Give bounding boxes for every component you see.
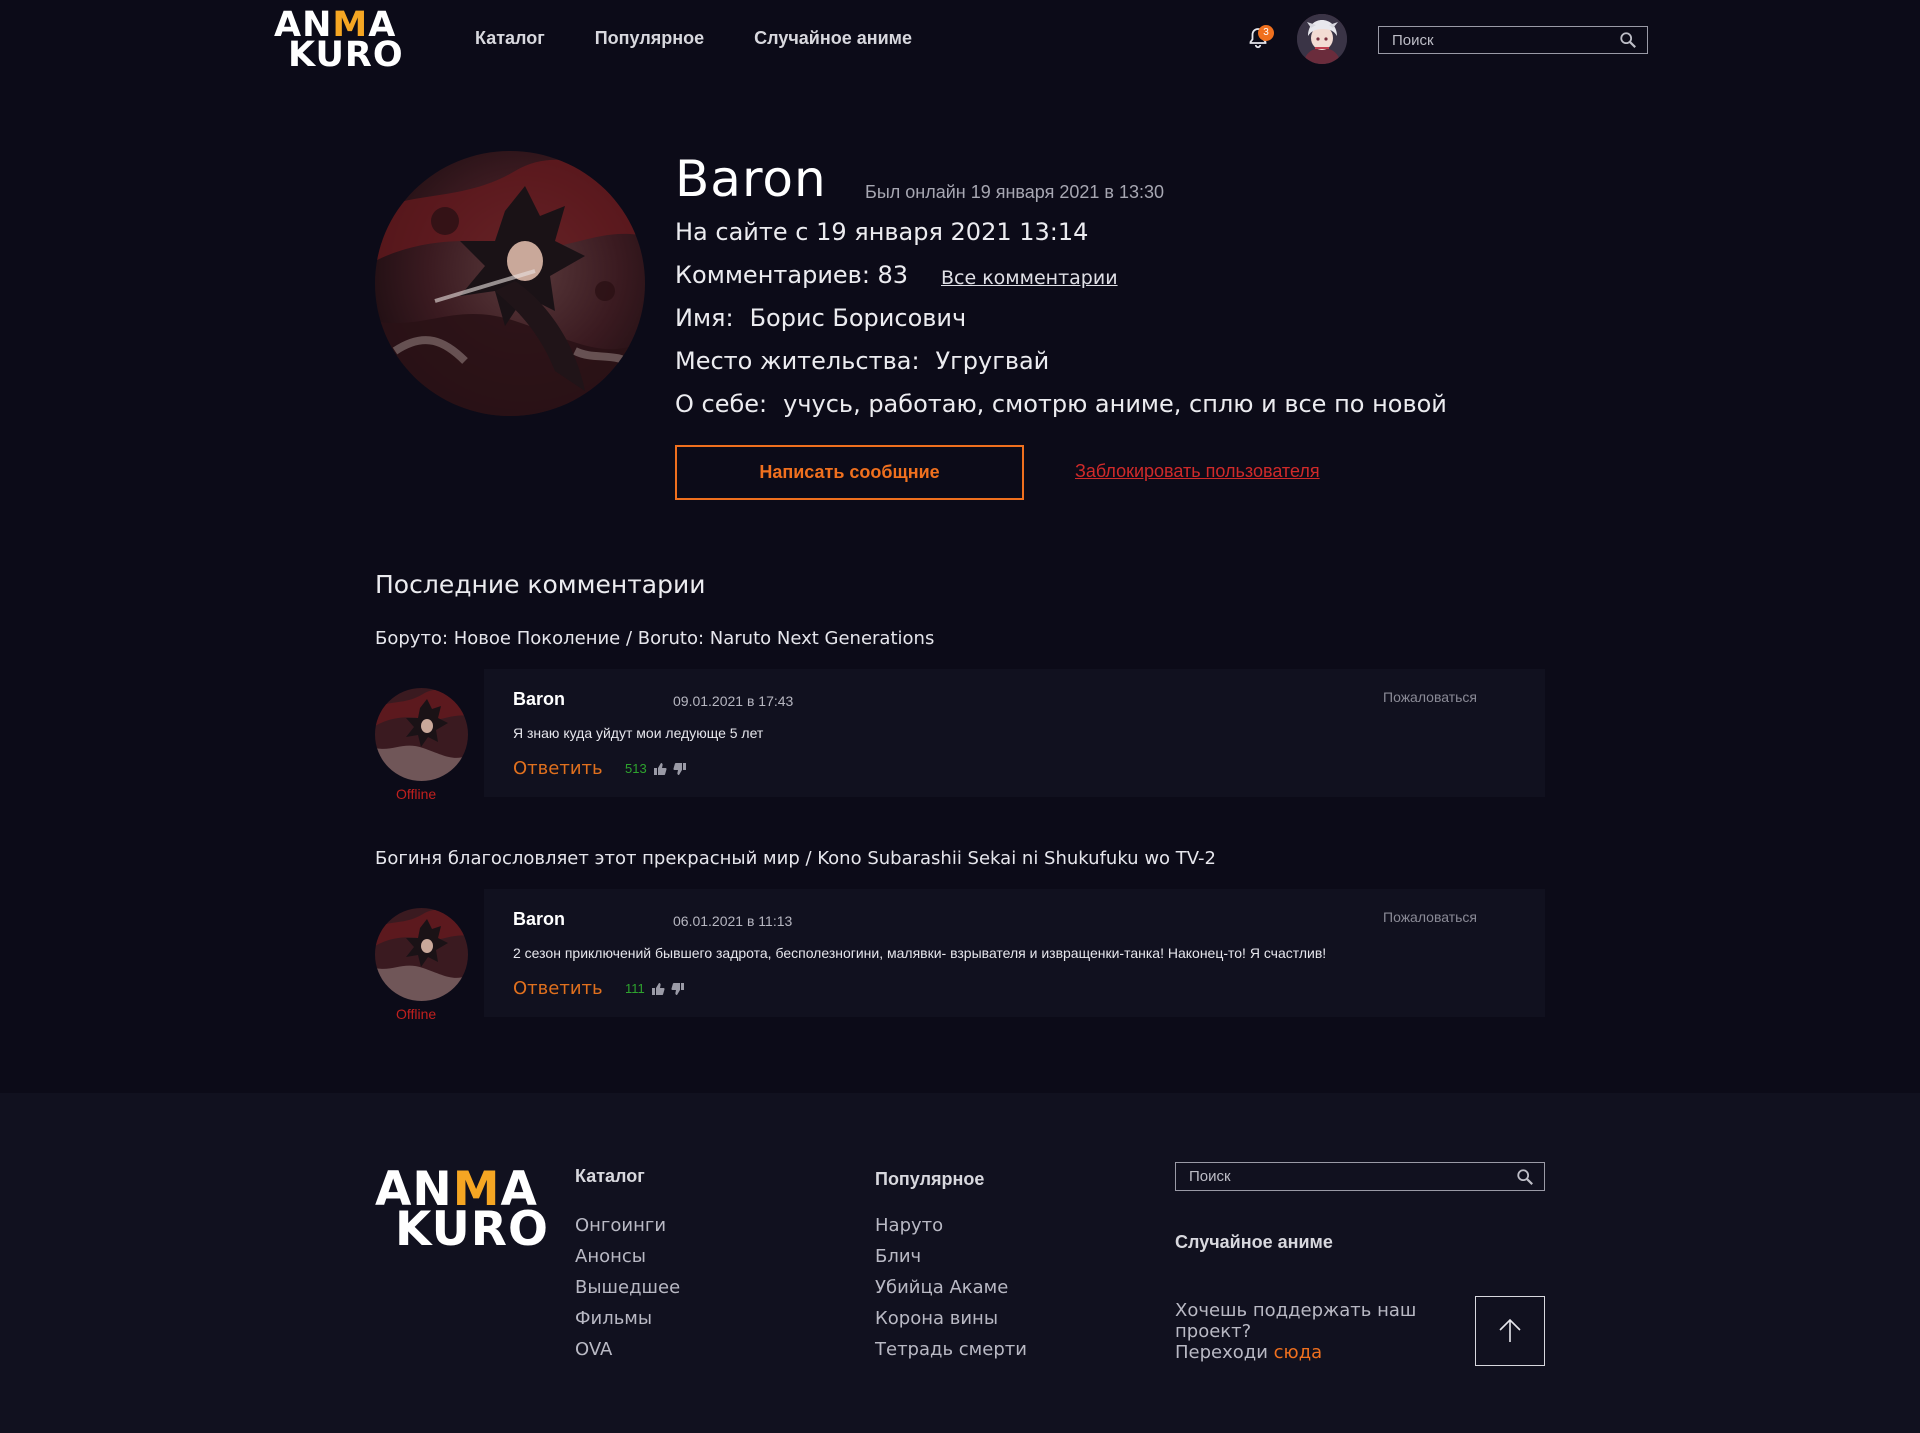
header-search-input[interactable]	[1379, 31, 1619, 49]
header-search	[1378, 26, 1648, 54]
footer-link[interactable]: Наруто	[875, 1215, 1027, 1236]
about-label: О себе:	[675, 390, 768, 418]
user-status: Offline	[396, 786, 437, 802]
comment-card: Baron 09.01.2021 в 17:43 Пожаловаться Я …	[484, 669, 1545, 797]
last-online: Был онлайн 19 января 2021 в 13:30	[865, 182, 1165, 202]
report-link[interactable]: Пожаловаться	[1383, 689, 1477, 705]
footer-catalog-list: Онгоинги Анонсы Вышедшее Фильмы OVA	[575, 1215, 680, 1360]
comment-author[interactable]: Baron	[513, 909, 565, 930]
comment-date: 06.01.2021 в 11:13	[673, 913, 793, 929]
comment-anime-title[interactable]: Богиня благословляет этот прекрасный мир…	[375, 848, 1216, 869]
footer-link[interactable]: Онгоинги	[575, 1215, 680, 1236]
footer-search	[1175, 1162, 1545, 1191]
comment-card: Baron 06.01.2021 в 11:13 Пожаловаться 2 …	[484, 889, 1545, 1017]
footer-popular-list: Наруто Блич Убийца Акаме Корона вины Тет…	[875, 1215, 1027, 1360]
profile-avatar	[375, 151, 645, 416]
footer-search-input[interactable]	[1176, 1168, 1516, 1185]
support-go: Переходи	[1175, 1342, 1274, 1363]
all-comments-link[interactable]: Все комментарии	[941, 267, 1118, 289]
comment-author[interactable]: Baron	[513, 689, 565, 710]
about-row: О себе: учусь, работаю, смотрю аниме, спл…	[675, 390, 1447, 418]
comments-count: Комментариев: 83	[675, 261, 909, 289]
footer-logo[interactable]: ANMA KURO	[375, 1166, 549, 1254]
footer-link[interactable]: Анонсы	[575, 1246, 680, 1267]
reply-link[interactable]: Ответить	[513, 978, 603, 999]
nav-catalog[interactable]: Каталог	[475, 28, 545, 49]
footer-link[interactable]: Тетрадь смерти	[875, 1339, 1027, 1360]
block-user-link[interactable]: Заблокировать пользователя	[1075, 461, 1320, 482]
footer-link[interactable]: Убийца Акаме	[875, 1277, 1027, 1298]
thumbs-down-icon[interactable]	[673, 762, 687, 776]
footer-random-anime[interactable]: Случайное аниме	[1175, 1232, 1333, 1253]
support-text: Хочешь поддержать наш проект?	[1175, 1300, 1417, 1342]
user-avatar[interactable]	[1297, 14, 1347, 64]
thumbs-up-icon[interactable]	[651, 982, 665, 996]
arrow-up-icon	[1499, 1318, 1521, 1342]
comment-avatar[interactable]	[375, 908, 468, 1001]
footer-link[interactable]: Корона вины	[875, 1308, 1027, 1329]
user-status: Offline	[396, 1006, 437, 1022]
main-nav: Каталог Популярное Случайное аниме	[475, 28, 912, 49]
site-logo[interactable]: ANMA KURO	[274, 8, 404, 73]
comment-votes: 513	[625, 761, 687, 776]
scroll-to-top-button[interactable]	[1475, 1296, 1545, 1366]
footer-popular: Популярное Наруто Блич Убийца Акаме Коро…	[875, 1169, 1027, 1370]
site-header: ANMA KURO Каталог Популярное Случайное а…	[0, 0, 1920, 80]
report-link[interactable]: Пожаловаться	[1383, 909, 1477, 925]
thumbs-up-icon[interactable]	[653, 762, 667, 776]
location-label: Место жительства:	[675, 347, 920, 375]
real-name-row: Имя: Борис Борисович	[675, 304, 966, 332]
vote-score: 111	[625, 981, 645, 996]
real-name-label: Имя:	[675, 304, 734, 332]
nav-random[interactable]: Случайное аниме	[754, 28, 912, 49]
footer-catalog-title[interactable]: Каталог	[575, 1166, 680, 1187]
footer-link[interactable]: Фильмы	[575, 1308, 680, 1329]
footer-catalog: Каталог Онгоинги Анонсы Вышедшее Фильмы …	[575, 1166, 680, 1370]
profile-name: Baron	[675, 150, 827, 208]
nav-popular[interactable]: Популярное	[595, 28, 704, 49]
thumbs-down-icon[interactable]	[671, 982, 685, 996]
footer-link[interactable]: Блич	[875, 1246, 1027, 1267]
footer-link[interactable]: Вышедшее	[575, 1277, 680, 1298]
location-value: Угругвай	[935, 347, 1050, 375]
notification-badge: 3	[1258, 25, 1274, 41]
real-name-value: Борис Борисович	[749, 304, 967, 332]
comment-text: Я знаю куда уйдут мои ледующе 5 лет	[513, 725, 764, 741]
search-icon[interactable]	[1516, 1168, 1534, 1186]
reply-link[interactable]: Ответить	[513, 758, 603, 779]
comment-text: 2 сезон приключений бывшего задрота, бес…	[513, 945, 1327, 961]
member-since: На сайте с 19 января 2021 13:14	[675, 218, 1089, 246]
footer-link[interactable]: OVA	[575, 1339, 680, 1360]
comment-votes: 111	[625, 981, 685, 996]
comment-avatar[interactable]	[375, 688, 468, 781]
site-footer: ANMA KURO Каталог Онгоинги Анонсы Вышедш…	[0, 1093, 1920, 1433]
footer-popular-title[interactable]: Популярное	[875, 1169, 1027, 1190]
support-link[interactable]: сюда	[1274, 1342, 1323, 1363]
support-block: Хочешь поддержать наш проект? Переходи с…	[1175, 1300, 1435, 1363]
vote-score: 513	[625, 761, 647, 776]
location-row: Место жительства: Угругвай	[675, 347, 1049, 375]
search-icon[interactable]	[1619, 31, 1637, 49]
send-message-button[interactable]: Написать сообщние	[675, 445, 1024, 500]
comment-date: 09.01.2021 в 17:43	[673, 693, 794, 709]
about-value: учусь, работаю, смотрю аниме, сплю и все…	[783, 390, 1447, 418]
recent-comments-title: Последние комментарии	[375, 570, 706, 599]
comment-anime-title[interactable]: Боруто: Новое Поколение / Boruto: Naruto…	[375, 628, 934, 649]
